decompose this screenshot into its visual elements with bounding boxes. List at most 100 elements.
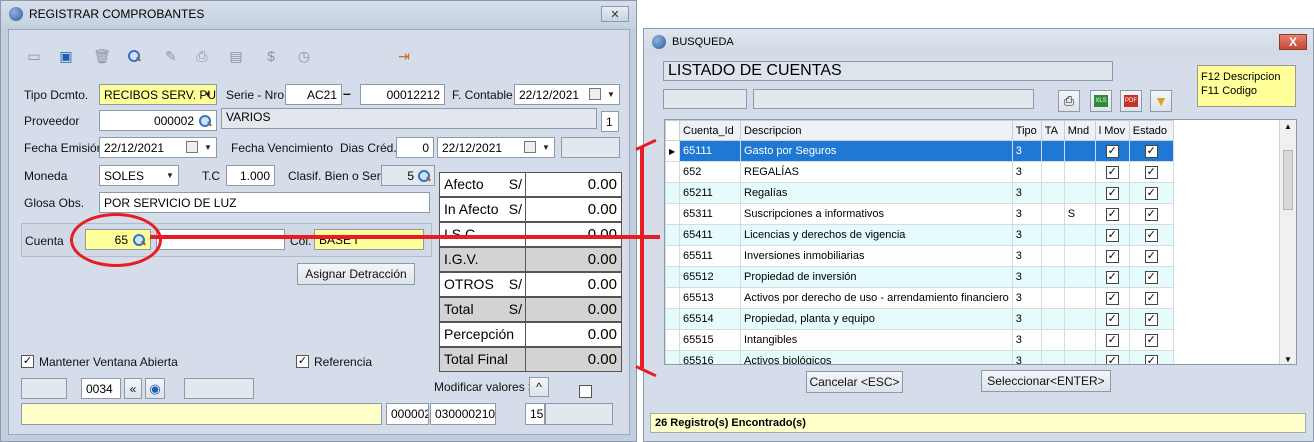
- row-indicator[interactable]: [665, 329, 680, 351]
- cell-mov[interactable]: ✓: [1094, 140, 1130, 162]
- clasif-input[interactable]: 5: [381, 165, 435, 186]
- cell-mnd[interactable]: [1063, 287, 1096, 309]
- table-row[interactable]: 65411 Licencias y derechos de vigencia 3 ✓ ✓: [665, 224, 1174, 246]
- scroll-up-icon[interactable]: ▲: [1284, 122, 1292, 131]
- cell-tipo[interactable]: 3: [1011, 140, 1042, 162]
- cell-mnd[interactable]: [1063, 182, 1096, 204]
- cell-mov[interactable]: ✓: [1094, 245, 1130, 267]
- cell-cuenta-id[interactable]: 65511: [679, 245, 741, 267]
- cell-descripcion[interactable]: Gasto por Seguros: [740, 140, 1013, 162]
- table-row[interactable]: 652 REGALÍAS 3 ✓ ✓: [665, 161, 1174, 183]
- cell-ta[interactable]: [1040, 308, 1065, 330]
- cell-ta[interactable]: [1040, 182, 1065, 204]
- cell-mov[interactable]: ✓: [1094, 203, 1130, 225]
- cell-mov[interactable]: ✓: [1094, 308, 1130, 330]
- mov-checkbox[interactable]: ✓: [1105, 207, 1119, 221]
- cell-cuenta-id[interactable]: 65311: [679, 203, 741, 225]
- estado-checkbox[interactable]: ✓: [1144, 207, 1158, 221]
- cell-estado[interactable]: ✓: [1128, 308, 1174, 330]
- scroll-down-icon[interactable]: ▼: [1284, 355, 1292, 364]
- export-pdf-button[interactable]: PDF: [1120, 90, 1142, 112]
- close-button[interactable]: ✕: [601, 6, 629, 22]
- cell-tipo[interactable]: 3: [1011, 329, 1042, 351]
- estado-checkbox[interactable]: ✓: [1144, 270, 1158, 284]
- modificar-up-button[interactable]: ^: [529, 377, 549, 397]
- cell-descripcion[interactable]: Propiedad de inversión: [740, 266, 1013, 288]
- row-indicator[interactable]: [665, 245, 680, 267]
- table-row[interactable]: 65516 Activos biológicos 3 ✓ ✓: [665, 350, 1174, 364]
- cell-descripcion[interactable]: Activos por derecho de uso - arrendamien…: [740, 287, 1013, 309]
- estado-checkbox[interactable]: ✓: [1144, 312, 1158, 326]
- col-cuenta-id[interactable]: Cuenta_Id: [679, 120, 741, 141]
- f-contable-date[interactable]: 22/12/2021 ▼: [514, 84, 620, 105]
- cell-estado[interactable]: ✓: [1128, 287, 1174, 309]
- estado-checkbox[interactable]: ✓: [1144, 228, 1158, 242]
- fecha-vencimiento-date[interactable]: 22/12/2021 ▼: [437, 137, 555, 158]
- cell-descripcion[interactable]: REGALÍAS: [740, 161, 1013, 183]
- mov-checkbox[interactable]: ✓: [1105, 144, 1119, 158]
- cell-estado[interactable]: ✓: [1128, 329, 1174, 351]
- cell-estado[interactable]: ✓: [1128, 140, 1174, 162]
- cell-tipo[interactable]: 3: [1011, 350, 1042, 364]
- row-indicator[interactable]: [665, 224, 680, 246]
- save-icon[interactable]: ▣: [57, 47, 75, 65]
- estado-checkbox[interactable]: ✓: [1144, 354, 1158, 364]
- cell-ta[interactable]: [1040, 329, 1065, 351]
- estado-checkbox[interactable]: ✓: [1144, 333, 1158, 347]
- cell-estado[interactable]: ✓: [1128, 266, 1174, 288]
- cell-ta[interactable]: [1040, 140, 1065, 162]
- delete-icon[interactable]: 🗑: [93, 47, 111, 65]
- cell-tipo[interactable]: 3: [1011, 224, 1042, 246]
- tc-input[interactable]: 1.000: [226, 165, 275, 186]
- cell-estado[interactable]: ✓: [1128, 224, 1174, 246]
- cell-mov[interactable]: ✓: [1094, 224, 1130, 246]
- cell-descripcion[interactable]: Licencias y derechos de vigencia: [740, 224, 1013, 246]
- cell-estado[interactable]: ✓: [1128, 161, 1174, 183]
- cell-tipo[interactable]: 3: [1011, 182, 1042, 204]
- table-row[interactable]: 65513 Activos por derecho de uso - arrend…: [665, 287, 1174, 309]
- filter-button[interactable]: ▼: [1150, 90, 1172, 112]
- mov-checkbox[interactable]: ✓: [1105, 291, 1119, 305]
- cell-estado[interactable]: ✓: [1128, 350, 1174, 364]
- totals-value[interactable]: 0.00: [526, 322, 622, 347]
- asignar-detraccion-button[interactable]: Asignar Detracción: [297, 263, 415, 285]
- cell-cuenta-id[interactable]: 65514: [679, 308, 741, 330]
- table-row[interactable]: 65311 Suscripciones a informativos 3 S ✓ ✓: [665, 203, 1174, 225]
- select-button[interactable]: Seleccionar<ENTER>: [981, 370, 1111, 392]
- table-row[interactable]: 65515 Intangibles 3 ✓ ✓: [665, 329, 1174, 351]
- table-row[interactable]: 65211 Regalías 3 ✓ ✓: [665, 182, 1174, 204]
- view-button[interactable]: ◉: [145, 378, 165, 399]
- col-mnd[interactable]: Mnd: [1063, 120, 1096, 141]
- search-icon[interactable]: [198, 114, 212, 128]
- cell-mnd[interactable]: S: [1063, 203, 1096, 225]
- exit-icon[interactable]: ⇥: [395, 47, 413, 65]
- grid-scrollbar[interactable]: ▲ ▼: [1279, 120, 1296, 364]
- mov-checkbox[interactable]: ✓: [1105, 228, 1119, 242]
- totals-value[interactable]: 0.00: [526, 197, 622, 222]
- cell-mov[interactable]: ✓: [1094, 350, 1130, 364]
- cell-estado[interactable]: ✓: [1128, 182, 1174, 204]
- table-row[interactable]: ▶ 65111 Gasto por Seguros 3 ✓ ✓: [665, 140, 1174, 162]
- col-descripcion[interactable]: Descripcion: [740, 120, 1013, 141]
- cell-descripcion[interactable]: Inversiones inmobiliarias: [740, 245, 1013, 267]
- mov-checkbox[interactable]: ✓: [1105, 186, 1119, 200]
- mov-checkbox[interactable]: ✓: [1105, 354, 1119, 364]
- table-row[interactable]: 65514 Propiedad, planta y equipo 3 ✓ ✓: [665, 308, 1174, 330]
- chevron-down-icon[interactable]: ▼: [605, 88, 617, 101]
- calendar-icon[interactable]: [589, 88, 601, 100]
- row-indicator[interactable]: [665, 203, 680, 225]
- print-icon[interactable]: ⎙: [193, 47, 211, 65]
- cell-descripcion[interactable]: Regalías: [740, 182, 1013, 204]
- calendar-icon[interactable]: [186, 141, 198, 153]
- cell-tipo[interactable]: 3: [1011, 308, 1042, 330]
- totals-value[interactable]: 0.00: [526, 172, 622, 197]
- proveedor-code-input[interactable]: 000002: [99, 110, 217, 131]
- table-row[interactable]: 65512 Propiedad de inversión 3 ✓ ✓: [665, 266, 1174, 288]
- mov-checkbox[interactable]: ✓: [1105, 312, 1119, 326]
- tipo-dcmto-select[interactable]: RECIBOS SERV. PU ▼: [99, 84, 217, 105]
- search-code-input[interactable]: [663, 89, 747, 109]
- cell-tipo[interactable]: 3: [1011, 287, 1042, 309]
- search-description-input[interactable]: [753, 89, 1034, 109]
- modificar-checkbox[interactable]: [579, 385, 592, 398]
- cell-tipo[interactable]: 3: [1011, 266, 1042, 288]
